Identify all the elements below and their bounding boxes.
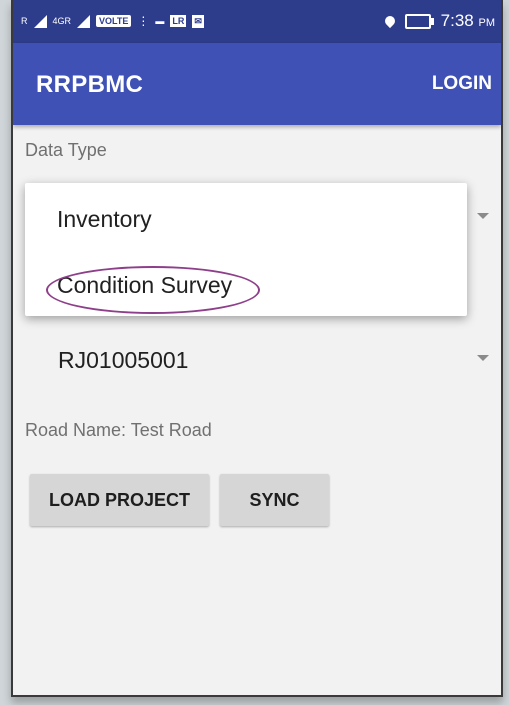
location-icon (382, 13, 397, 29)
phone-screen: R 4GR VOLTE ⋮ ▬ LR ✉ 7:38 PM RRPBMC LOGI… (11, 0, 503, 697)
signal-icon (33, 14, 47, 28)
data-type-spinner-arrow-icon[interactable] (477, 213, 489, 219)
highlight-circle-annotation (46, 266, 260, 314)
load-project-button[interactable]: LOAD PROJECT (30, 474, 209, 526)
battery-icon (404, 13, 434, 29)
lr-app-icon: LR (170, 15, 187, 27)
clock-ampm: PM (478, 17, 496, 29)
dropdown-option-inventory[interactable]: Inventory (57, 206, 152, 233)
sim-indicator: R (21, 16, 28, 26)
road-code-spinner[interactable]: RJ01005001 (58, 347, 188, 374)
status-bar: R 4GR VOLTE ⋮ ▬ LR ✉ 7:38 PM (13, 0, 501, 43)
network-type: 4GR (52, 16, 72, 26)
notification-app-icon: ▬ (155, 16, 165, 26)
app-title: RRPBMC (36, 71, 144, 98)
clock-time: 7:38 (440, 11, 474, 30)
login-button[interactable]: LOGIN (432, 73, 492, 95)
data-type-dropdown: Inventory Condition Survey (25, 183, 467, 316)
road-code-spinner-arrow-icon[interactable] (477, 355, 489, 361)
signal-icon-2 (77, 14, 91, 28)
road-name-label: Road Name: Test Road (25, 420, 212, 440)
app-bar: RRPBMC LOGIN (13, 43, 501, 125)
status-left: R 4GR VOLTE ⋮ ▬ LR ✉ (21, 10, 204, 32)
clock: 7:38 PM (441, 11, 495, 31)
mail-icon: ✉ (192, 14, 204, 28)
status-right: 7:38 PM (382, 10, 495, 32)
data-type-label: Data Type (25, 140, 107, 160)
more-dots-icon: ⋮ (137, 14, 150, 28)
volte-badge: VOLTE (96, 15, 132, 27)
sync-button[interactable]: SYNC (220, 474, 329, 526)
